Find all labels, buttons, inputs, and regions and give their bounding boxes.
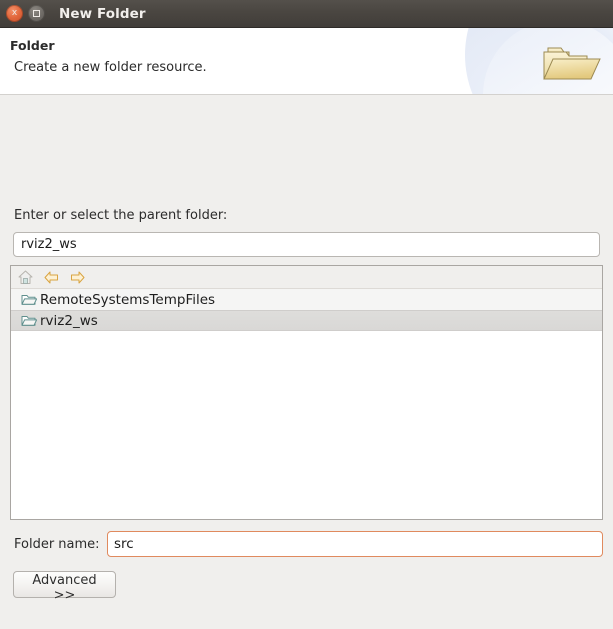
- parent-folder-input[interactable]: [13, 232, 600, 257]
- new-folder-dialog: x New Folder Folder Create a new folder …: [0, 0, 613, 629]
- maximize-icon: [33, 10, 40, 17]
- tree-item-rviz2-ws[interactable]: rviz2_ws: [11, 310, 602, 331]
- arrow-right-icon[interactable]: [69, 269, 86, 286]
- home-icon[interactable]: [17, 269, 34, 286]
- tree-item-remote-systems-temp-files[interactable]: RemoteSystemsTempFiles: [11, 289, 602, 310]
- header-description: Create a new folder resource.: [14, 60, 207, 75]
- dialog-header: Folder Create a new folder resource.: [0, 28, 613, 95]
- folder-open-icon: [21, 295, 37, 305]
- close-icon: x: [11, 8, 18, 18]
- maximize-button[interactable]: [28, 5, 45, 22]
- folder-icon: [543, 47, 601, 80]
- header-title: Folder: [10, 38, 55, 53]
- arrow-left-icon[interactable]: [43, 269, 60, 286]
- folder-name-label: Folder name:: [14, 537, 100, 552]
- folder-tree-panel: RemoteSystemsTempFiles rviz2_ws: [10, 265, 603, 520]
- folder-open-icon: [21, 316, 37, 326]
- parent-folder-label: Enter or select the parent folder:: [14, 208, 228, 223]
- tree-item-label: RemoteSystemsTempFiles: [40, 291, 216, 308]
- folder-tree-list: RemoteSystemsTempFiles rviz2_ws: [11, 289, 602, 331]
- tree-toolbar: [11, 266, 602, 289]
- advanced-button[interactable]: Advanced >>: [13, 571, 116, 603]
- title-bar: x New Folder: [0, 0, 613, 28]
- close-button[interactable]: x: [6, 5, 23, 22]
- folder-name-input[interactable]: [107, 531, 603, 557]
- window-title: New Folder: [59, 5, 146, 22]
- tree-item-label: rviz2_ws: [40, 312, 98, 329]
